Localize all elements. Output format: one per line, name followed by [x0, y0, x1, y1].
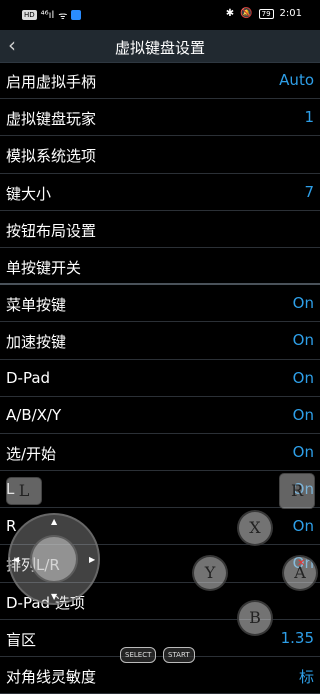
mute-icon: 🔕 — [240, 8, 253, 19]
settings-row[interactable]: 菜单按键 On — [0, 285, 320, 323]
settings-row[interactable]: 虚拟键盘玩家 1 — [0, 99, 320, 137]
settings-row-value: On — [292, 517, 314, 536]
settings-row-value: On — [292, 331, 314, 350]
settings-row[interactable]: 启用虚拟手柄 Auto — [0, 62, 320, 100]
close-overlay-icon[interactable]: ✕ — [297, 558, 305, 569]
dpad[interactable]: ▲ ▼ ◀ ▶ — [8, 513, 100, 605]
r-shoulder-button[interactable]: R — [279, 473, 315, 509]
settings-row-label: 单按键开关 — [6, 258, 82, 277]
settings-row[interactable]: A/B/X/Y On — [0, 397, 320, 434]
settings-row-label: 虚拟键盘玩家 — [6, 110, 97, 129]
settings-row[interactable]: LOn — [0, 471, 320, 509]
settings-row[interactable]: 盲区 1.35 — [0, 620, 320, 657]
l-shoulder-button[interactable]: L — [6, 477, 42, 505]
settings-row[interactable]: 单按键开关 — [0, 248, 320, 286]
y-button[interactable]: Y — [192, 555, 228, 591]
settings-row-label: 盲区 — [6, 630, 37, 649]
settings-row-label: 按钮布局设置 — [6, 221, 97, 240]
dpad-center — [30, 535, 78, 583]
settings-row-label: 菜单按键 — [6, 296, 67, 315]
battery-icon: 79 — [258, 8, 274, 19]
settings-row-value: On — [292, 442, 314, 461]
bluetooth-icon: ✱ — [225, 8, 235, 19]
settings-row-value: On — [292, 405, 314, 424]
settings-row[interactable]: 选/开始 On — [0, 434, 320, 472]
x-button[interactable]: X — [237, 510, 273, 546]
app-notification-icon — [71, 10, 82, 20]
wifi-icon: ᯤ — [58, 11, 68, 22]
settings-row-label: 模拟系统选项 — [6, 147, 97, 166]
settings-row-value: On — [292, 294, 314, 313]
select-button[interactable]: SELECT — [120, 647, 157, 663]
b-button[interactable]: B — [237, 600, 273, 636]
settings-row-value: 7 — [304, 182, 314, 201]
settings-row-label: 对角线灵敏度 — [6, 668, 97, 686]
status-bar: HD ⁴⁶ıl ᯤ ✱ 🔕 79 2:01 — [0, 0, 320, 30]
settings-row[interactable]: 模拟系统选项 — [0, 136, 320, 174]
settings-row-label: A/B/X/Y — [6, 405, 62, 424]
settings-row-value: 标 — [298, 668, 314, 686]
settings-row-label: 加速按键 — [6, 333, 67, 352]
settings-row-label: 键大小 — [6, 184, 52, 203]
settings-row-label: D-Pad — [6, 368, 51, 387]
settings-row-value: On — [292, 368, 314, 387]
settings-row[interactable]: 键大小 7 — [0, 174, 320, 211]
dpad-up-icon: ▲ — [51, 517, 58, 526]
settings-row-label: 启用虚拟手柄 — [6, 73, 97, 91]
settings-row[interactable]: D-Pad On — [0, 360, 320, 397]
settings-row[interactable]: 按钮布局设置 — [0, 211, 320, 248]
dpad-down-icon: ▼ — [51, 592, 58, 601]
dpad-right-icon: ▶ — [89, 555, 96, 564]
hd-icon: HD — [22, 10, 37, 20]
dpad-left-icon: ◀ — [13, 555, 20, 564]
clock: 2:01 — [279, 8, 302, 19]
settings-row-value: 1 — [304, 108, 314, 127]
settings-row[interactable]: 加速按键 On — [0, 322, 320, 360]
page-title: 虚拟键盘设置 — [114, 39, 205, 57]
start-button[interactable]: START — [163, 647, 195, 663]
settings-row-label: 选/开始 — [6, 444, 57, 463]
settings-row-value: Auto — [279, 71, 314, 89]
settings-row[interactable]: 对角线灵敏度 标 — [0, 657, 320, 694]
signal-icon: ⁴⁶ıl — [40, 9, 55, 21]
title-bar: ‹ 虚拟键盘设置 — [0, 30, 320, 63]
settings-row-value: 1.35 — [280, 628, 314, 647]
